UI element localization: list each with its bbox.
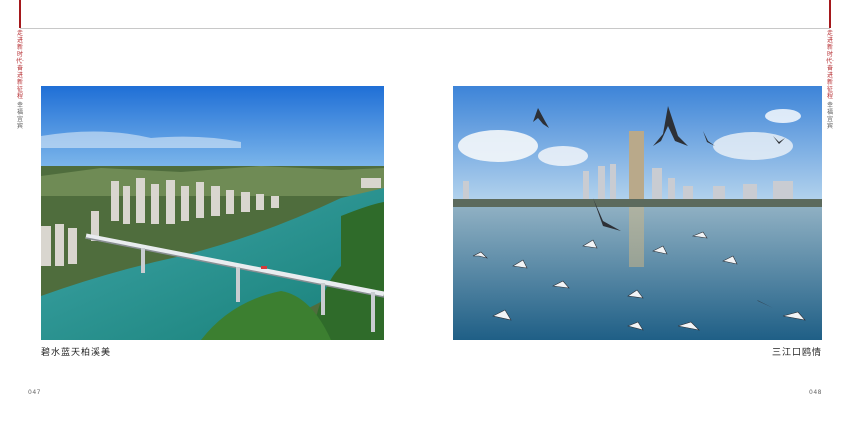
- left-photo-caption: 碧水蓝天柏溪美: [41, 348, 112, 358]
- right-photo-caption: 三江口鸥情: [771, 348, 822, 358]
- header-rule: [20, 28, 830, 29]
- right-side-tag: 走进新时代·奋进新征程 幸福宜宾: [825, 30, 835, 130]
- right-red-marker: [829, 0, 831, 28]
- seagull-river-photo: [453, 86, 822, 340]
- left-side-tag: 走进新时代·奋进新征程 幸福宜宾: [15, 30, 25, 130]
- bridge-river-photo: [41, 86, 384, 340]
- left-side-tag-title: 走进新时代·奋进新征程: [16, 30, 24, 100]
- right-side-tag-section: 幸福宜宾: [826, 102, 833, 130]
- left-side-tag-section: 幸福宜宾: [16, 102, 23, 130]
- left-red-marker: [19, 0, 21, 28]
- right-page-number: 048: [809, 389, 822, 396]
- right-side-tag-title: 走进新时代·奋进新征程: [826, 30, 834, 100]
- left-page-number: 047: [28, 389, 41, 396]
